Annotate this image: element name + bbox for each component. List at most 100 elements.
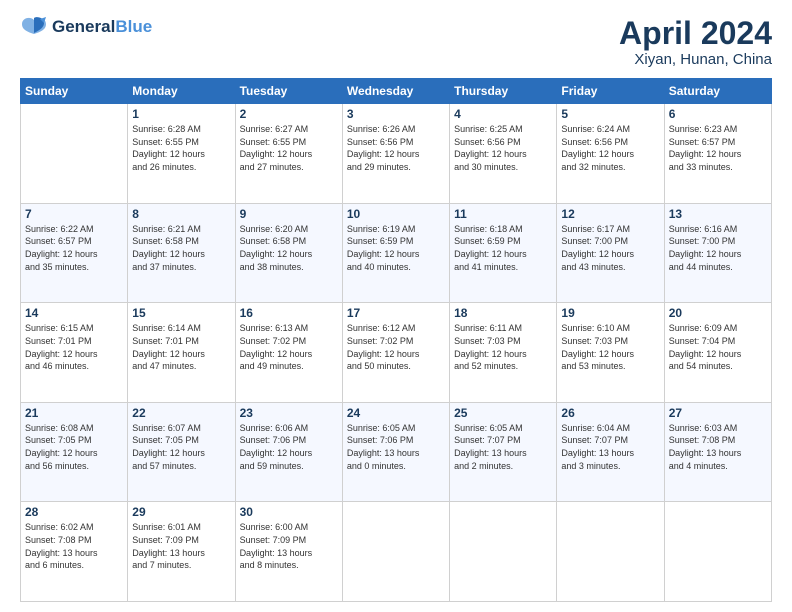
day-info: Sunrise: 6:08 AMSunset: 7:05 PMDaylight:… (25, 422, 123, 472)
table-row: 23 Sunrise: 6:06 AMSunset: 7:06 PMDayligh… (235, 402, 342, 502)
table-row: 11Sunrise: 6:18 AMSunset: 6:59 PMDayligh… (450, 203, 557, 303)
col-monday: Monday (128, 79, 235, 104)
table-row: 2 Sunrise: 6:27 AMSunset: 6:55 PMDaylight… (235, 104, 342, 204)
day-info: Sunrise: 6:03 AMSunset: 7:08 PMDaylight:… (669, 422, 767, 472)
day-number: 4 (454, 107, 552, 121)
day-number: 19 (561, 306, 659, 320)
day-info: Sunrise: 6:13 AMSunset: 7:02 PMDaylight:… (240, 322, 338, 372)
day-info: Sunrise: 6:14 AMSunset: 7:01 PMDaylight:… (132, 322, 230, 372)
logo-icon (20, 16, 48, 38)
day-number: 17 (347, 306, 445, 320)
col-thursday: Thursday (450, 79, 557, 104)
col-sunday: Sunday (21, 79, 128, 104)
day-info: Sunrise: 6:25 AMSunset: 6:56 PMDaylight:… (454, 123, 552, 173)
day-info: Sunrise: 6:28 AMSunset: 6:55 PMDaylight:… (132, 123, 230, 173)
table-row: 1 Sunrise: 6:28 AMSunset: 6:55 PMDaylight… (128, 104, 235, 204)
day-number: 13 (669, 207, 767, 221)
table-row (342, 502, 449, 602)
table-row: 29 Sunrise: 6:01 AMSunset: 7:09 PMDayligh… (128, 502, 235, 602)
table-row: 20Sunrise: 6:09 AMSunset: 7:04 PMDayligh… (664, 303, 771, 403)
day-number: 23 (240, 406, 338, 420)
day-number: 20 (669, 306, 767, 320)
title-block: April 2024 Xiyan, Hunan, China (619, 16, 772, 68)
col-wednesday: Wednesday (342, 79, 449, 104)
calendar-week-1: 7 Sunrise: 6:22 AMSunset: 6:57 PMDaylight… (21, 203, 772, 303)
col-saturday: Saturday (664, 79, 771, 104)
calendar-table: Sunday Monday Tuesday Wednesday Thursday… (20, 78, 772, 602)
day-info: Sunrise: 6:26 AMSunset: 6:56 PMDaylight:… (347, 123, 445, 173)
table-row: 12 Sunrise: 6:17 AMSunset: 7:00 PMDayligh… (557, 203, 664, 303)
day-info: Sunrise: 6:01 AMSunset: 7:09 PMDaylight:… (132, 521, 230, 571)
day-info: Sunrise: 6:11 AMSunset: 7:03 PMDaylight:… (454, 322, 552, 372)
table-row: 13 Sunrise: 6:16 AMSunset: 7:00 PMDayligh… (664, 203, 771, 303)
day-info: Sunrise: 6:05 AMSunset: 7:07 PMDaylight:… (454, 422, 552, 472)
day-info: Sunrise: 6:19 AMSunset: 6:59 PMDaylight:… (347, 223, 445, 273)
table-row (557, 502, 664, 602)
table-row: 10 Sunrise: 6:19 AMSunset: 6:59 PMDayligh… (342, 203, 449, 303)
day-number: 27 (669, 406, 767, 420)
table-row: 27 Sunrise: 6:03 AMSunset: 7:08 PMDayligh… (664, 402, 771, 502)
day-info: Sunrise: 6:10 AMSunset: 7:03 PMDaylight:… (561, 322, 659, 372)
day-info: Sunrise: 6:00 AMSunset: 7:09 PMDaylight:… (240, 521, 338, 571)
day-number: 6 (669, 107, 767, 121)
table-row: 18 Sunrise: 6:11 AMSunset: 7:03 PMDayligh… (450, 303, 557, 403)
table-row: 22Sunrise: 6:07 AMSunset: 7:05 PMDayligh… (128, 402, 235, 502)
day-info: Sunrise: 6:04 AMSunset: 7:07 PMDaylight:… (561, 422, 659, 472)
day-info: Sunrise: 6:27 AMSunset: 6:55 PMDaylight:… (240, 123, 338, 173)
day-info: Sunrise: 6:16 AMSunset: 7:00 PMDaylight:… (669, 223, 767, 273)
sub-title: Xiyan, Hunan, China (619, 51, 772, 68)
day-number: 3 (347, 107, 445, 121)
table-row: 14 Sunrise: 6:15 AMSunset: 7:01 PMDayligh… (21, 303, 128, 403)
table-row: 9 Sunrise: 6:20 AMSunset: 6:58 PMDaylight… (235, 203, 342, 303)
table-row: 3 Sunrise: 6:26 AMSunset: 6:56 PMDaylight… (342, 104, 449, 204)
logo-text: GeneralBlue (52, 18, 152, 37)
day-info: Sunrise: 6:22 AMSunset: 6:57 PMDaylight:… (25, 223, 123, 273)
table-row: 28 Sunrise: 6:02 AMSunset: 7:08 PMDayligh… (21, 502, 128, 602)
table-row (664, 502, 771, 602)
day-info: Sunrise: 6:24 AMSunset: 6:56 PMDaylight:… (561, 123, 659, 173)
day-number: 28 (25, 505, 123, 519)
table-row: 26Sunrise: 6:04 AMSunset: 7:07 PMDayligh… (557, 402, 664, 502)
day-info: Sunrise: 6:02 AMSunset: 7:08 PMDaylight:… (25, 521, 123, 571)
day-number: 2 (240, 107, 338, 121)
day-info: Sunrise: 6:17 AMSunset: 7:00 PMDaylight:… (561, 223, 659, 273)
day-info: Sunrise: 6:23 AMSunset: 6:57 PMDaylight:… (669, 123, 767, 173)
day-number: 5 (561, 107, 659, 121)
day-info: Sunrise: 6:05 AMSunset: 7:06 PMDaylight:… (347, 422, 445, 472)
day-info: Sunrise: 6:20 AMSunset: 6:58 PMDaylight:… (240, 223, 338, 273)
day-number: 16 (240, 306, 338, 320)
day-number: 25 (454, 406, 552, 420)
table-row: 24 Sunrise: 6:05 AMSunset: 7:06 PMDayligh… (342, 402, 449, 502)
table-row: 4 Sunrise: 6:25 AMSunset: 6:56 PMDaylight… (450, 104, 557, 204)
table-row (450, 502, 557, 602)
day-number: 15 (132, 306, 230, 320)
day-number: 14 (25, 306, 123, 320)
table-row: 21 Sunrise: 6:08 AMSunset: 7:05 PMDayligh… (21, 402, 128, 502)
day-number: 21 (25, 406, 123, 420)
day-info: Sunrise: 6:21 AMSunset: 6:58 PMDaylight:… (132, 223, 230, 273)
day-number: 1 (132, 107, 230, 121)
table-row: 7 Sunrise: 6:22 AMSunset: 6:57 PMDaylight… (21, 203, 128, 303)
day-number: 12 (561, 207, 659, 221)
day-info: Sunrise: 6:07 AMSunset: 7:05 PMDaylight:… (132, 422, 230, 472)
day-number: 29 (132, 505, 230, 519)
day-number: 10 (347, 207, 445, 221)
day-number: 18 (454, 306, 552, 320)
table-row: 8 Sunrise: 6:21 AMSunset: 6:58 PMDaylight… (128, 203, 235, 303)
col-tuesday: Tuesday (235, 79, 342, 104)
day-number: 24 (347, 406, 445, 420)
table-row: 25 Sunrise: 6:05 AMSunset: 7:07 PMDayligh… (450, 402, 557, 502)
calendar-week-4: 28 Sunrise: 6:02 AMSunset: 7:08 PMDayligh… (21, 502, 772, 602)
table-row: 17Sunrise: 6:12 AMSunset: 7:02 PMDayligh… (342, 303, 449, 403)
table-row: 15 Sunrise: 6:14 AMSunset: 7:01 PMDayligh… (128, 303, 235, 403)
main-title: April 2024 (619, 16, 772, 51)
logo: GeneralBlue (20, 16, 152, 38)
day-info: Sunrise: 6:15 AMSunset: 7:01 PMDaylight:… (25, 322, 123, 372)
day-number: 7 (25, 207, 123, 221)
day-number: 11 (454, 207, 552, 221)
day-number: 8 (132, 207, 230, 221)
day-info: Sunrise: 6:06 AMSunset: 7:06 PMDaylight:… (240, 422, 338, 472)
table-row: 5 Sunrise: 6:24 AMSunset: 6:56 PMDaylight… (557, 104, 664, 204)
calendar-week-0: 1 Sunrise: 6:28 AMSunset: 6:55 PMDaylight… (21, 104, 772, 204)
day-number: 9 (240, 207, 338, 221)
